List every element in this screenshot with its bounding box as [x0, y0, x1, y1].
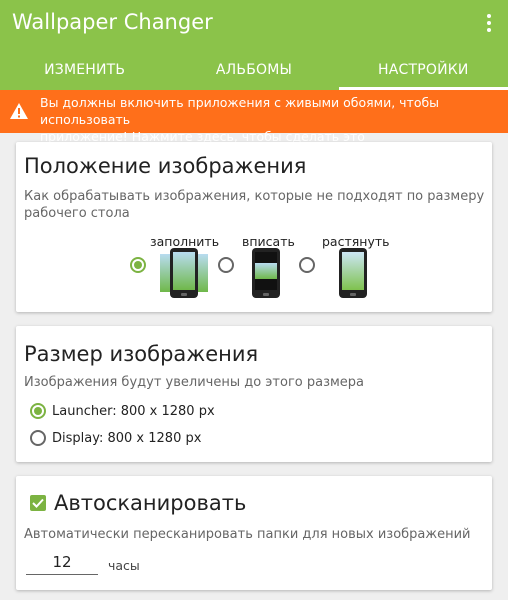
- tab-settings[interactable]: НАСТРОЙКИ: [338, 52, 508, 90]
- autoscan-checkbox[interactable]: [30, 495, 46, 511]
- image-position-description: Как обрабатывать изображения, которые не…: [24, 188, 484, 222]
- autoscan-interval-input[interactable]: 12: [26, 551, 98, 575]
- fill-preview-icon: [160, 248, 208, 298]
- fit-option-label: вписать: [242, 234, 295, 249]
- overflow-menu-icon[interactable]: [486, 14, 492, 32]
- autoscan-interval-unit: часы: [108, 558, 140, 573]
- banner-text-line1: Вы должны включить приложения с живыми о…: [40, 95, 440, 127]
- autoscan-description: Автоматически пересканировать папки для …: [24, 527, 471, 542]
- stretch-preview-icon: [339, 248, 367, 298]
- app-title: Wallpaper Changer: [12, 10, 213, 34]
- fill-option-label: заполнить: [150, 234, 220, 249]
- autoscan-card: Автосканировать Автоматически пересканир…: [16, 476, 492, 590]
- fit-preview-icon: [252, 248, 280, 298]
- tab-change[interactable]: ИЗМЕНИТЬ: [0, 52, 169, 90]
- checkmark-icon: [32, 498, 44, 508]
- desc-line-2: рабочего стола: [24, 206, 130, 221]
- autoscan-title: Автосканировать: [54, 491, 247, 515]
- tab-albums[interactable]: АЛЬБОМЫ: [169, 52, 338, 90]
- tab-bar: ИЗМЕНИТЬ АЛЬБОМЫ НАСТРОЙКИ: [0, 52, 508, 90]
- image-size-description: Изображения будут увеличены до этого раз…: [24, 375, 365, 390]
- app-bar: Wallpaper Changer ИЗМЕНИТЬ АЛЬБОМЫ НАСТР…: [0, 0, 508, 90]
- stretch-option-label: растянуть: [322, 234, 390, 249]
- image-position-title: Положение изображения: [24, 154, 307, 178]
- stretch-radio[interactable]: [299, 257, 315, 273]
- image-size-title: Размер изображения: [24, 342, 259, 366]
- display-size-radio[interactable]: [30, 430, 46, 446]
- live-wallpaper-warning-banner[interactable]: Вы должны включить приложения с живыми о…: [0, 90, 508, 144]
- fit-radio[interactable]: [218, 257, 234, 273]
- launcher-size-radio[interactable]: [30, 403, 46, 419]
- image-position-card: Положение изображения Как обрабатывать и…: [16, 142, 492, 312]
- image-size-card: Размер изображения Изображения будут уве…: [16, 326, 492, 462]
- fill-radio[interactable]: [130, 257, 146, 273]
- desc-line-1: Как обрабатывать изображения, которые не…: [24, 189, 485, 204]
- warning-icon: [10, 103, 28, 119]
- display-size-label[interactable]: Display: 800 x 1280 px: [52, 431, 201, 446]
- launcher-size-label[interactable]: Launcher: 800 x 1280 px: [52, 404, 215, 419]
